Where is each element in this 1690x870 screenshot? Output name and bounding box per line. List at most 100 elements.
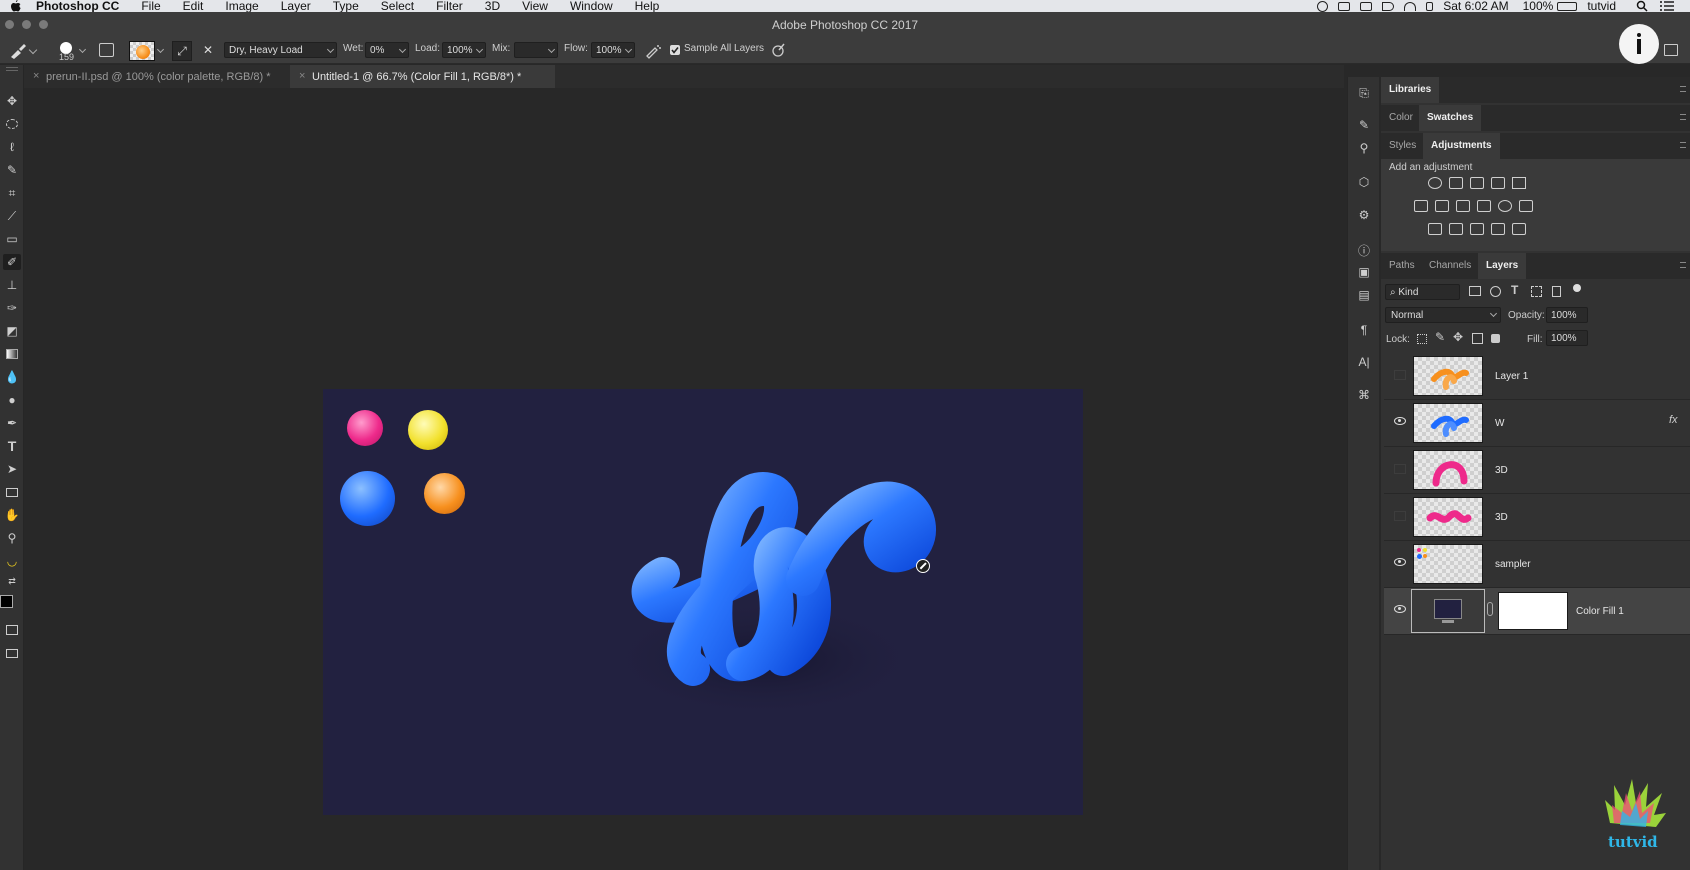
filter-pixel-layers-icon[interactable]	[1469, 286, 1481, 296]
hue-saturation-icon[interactable]	[1414, 200, 1428, 212]
brush-picker-dropdown-icon[interactable]	[78, 45, 87, 54]
vibrance-icon[interactable]	[1512, 177, 1526, 189]
opacity-input[interactable]: 100%	[1546, 307, 1588, 323]
notes-icon[interactable]: ▤	[1355, 287, 1373, 303]
pressure-for-size-icon[interactable]	[770, 42, 786, 58]
clone-source-icon[interactable]: ⚲	[1355, 140, 1373, 156]
marquee-tool-icon[interactable]	[3, 116, 21, 132]
rectangle-tool-icon[interactable]	[3, 484, 21, 500]
time-machine-icon[interactable]	[1317, 0, 1329, 12]
eye-icon[interactable]	[1394, 605, 1406, 613]
panel-menu-icon[interactable]	[1680, 114, 1686, 120]
lock-position-icon[interactable]: ✥	[1453, 330, 1463, 344]
gradient-tool-icon[interactable]	[3, 346, 21, 362]
tab-layers[interactable]: Layers	[1478, 253, 1527, 279]
eye-icon[interactable]	[1394, 558, 1406, 566]
filter-type-layers-icon[interactable]: T	[1511, 283, 1518, 297]
menu-edit[interactable]: Edit	[183, 0, 204, 12]
tab-untitled-1[interactable]: × Untitled-1 @ 66.7% (Color Fill 1, RGB/…	[290, 65, 555, 88]
threshold-icon[interactable]	[1470, 223, 1484, 235]
menu-file[interactable]: File	[141, 0, 160, 12]
navigator-icon[interactable]: ▣	[1355, 264, 1373, 280]
eye-icon[interactable]	[1394, 417, 1406, 425]
layer-row[interactable]: 3D	[1384, 494, 1690, 541]
crop-tool-icon[interactable]: ⌗	[3, 185, 21, 201]
filter-toggle-icon[interactable]	[1573, 284, 1581, 292]
layer-filter-dropdown[interactable]: ⌕ Kind	[1385, 284, 1460, 300]
color-balance-icon[interactable]	[1435, 200, 1449, 212]
properties-icon[interactable]: ⚙	[1355, 207, 1373, 223]
menu-3d[interactable]: 3D	[485, 0, 500, 12]
pen-tool-icon[interactable]: ✒	[3, 415, 21, 431]
menu-app-name[interactable]: Photoshop CC	[36, 0, 119, 12]
tool-preset-dropdown-icon[interactable]	[28, 45, 38, 55]
zoom-tool-icon[interactable]: ⚲	[3, 530, 21, 546]
curves-icon[interactable]	[1470, 177, 1484, 189]
menu-type[interactable]: Type	[333, 0, 359, 12]
toolbar-grip[interactable]	[6, 67, 18, 71]
layer-row[interactable]: W fx	[1384, 400, 1690, 447]
path-selection-tool-icon[interactable]: ➤	[3, 461, 21, 477]
brush-settings-icon[interactable]: ✎	[1355, 117, 1373, 133]
panel-menu-icon[interactable]	[1680, 86, 1686, 92]
history-panel-icon[interactable]: ⎘	[1355, 85, 1373, 101]
spotlight-search-icon[interactable]	[1636, 0, 1648, 12]
user-name[interactable]: tutvid	[1587, 0, 1616, 12]
tab-swatches[interactable]: Swatches	[1419, 105, 1482, 131]
visibility-toggle[interactable]	[1394, 511, 1406, 521]
mixer-brush-tool-icon[interactable]	[8, 42, 28, 60]
load-brush-after-stroke-icon[interactable]: ⤢	[172, 41, 192, 61]
lock-all-icon[interactable]	[1491, 334, 1500, 343]
photo-filter-icon[interactable]	[1477, 200, 1491, 212]
fill-input[interactable]: 100%	[1546, 330, 1588, 346]
quick-selection-tool-icon[interactable]: ✎	[3, 162, 21, 178]
banana-icon[interactable]: ◡	[3, 553, 21, 569]
3d-panel-icon[interactable]: ⬡	[1355, 174, 1373, 190]
panel-menu-icon[interactable]	[1680, 262, 1686, 268]
panel-menu-icon[interactable]	[1680, 142, 1686, 148]
info-panel-icon[interactable]: ⓘ	[1355, 242, 1373, 258]
airbrush-icon[interactable]	[645, 43, 661, 59]
screen-mode-icon[interactable]	[3, 645, 21, 661]
menu-help[interactable]: Help	[635, 0, 660, 12]
visibility-toggle[interactable]	[1394, 370, 1406, 380]
layer-row[interactable]: sampler	[1384, 541, 1690, 588]
display-icon[interactable]	[1360, 1, 1373, 11]
layer-name[interactable]: 3D	[1495, 465, 1508, 476]
tab-libraries[interactable]: Libraries	[1381, 77, 1440, 103]
blend-mode-dropdown[interactable]: Normal	[1385, 307, 1501, 323]
foreground-color-swatch[interactable]	[0, 595, 13, 608]
layer-row-selected[interactable]: Color Fill 1	[1384, 588, 1690, 635]
wifi-icon[interactable]	[1404, 1, 1417, 11]
character-icon[interactable]: A|	[1355, 354, 1373, 370]
load-swatch-dropdown-icon[interactable]	[156, 45, 165, 54]
apple-icon[interactable]	[10, 0, 24, 12]
black-white-icon[interactable]	[1456, 200, 1470, 212]
default-colors-icon[interactable]: ⇄	[3, 573, 21, 589]
layer-mask-thumbnail[interactable]	[1498, 592, 1568, 630]
channel-mixer-icon[interactable]	[1498, 200, 1512, 212]
menu-select[interactable]: Select	[381, 0, 414, 12]
blur-tool-icon[interactable]: 💧	[3, 369, 21, 385]
fill-layer-thumbnail[interactable]	[1411, 589, 1485, 633]
screen-icon[interactable]	[1338, 1, 1351, 11]
lock-image-icon[interactable]: ✎	[1435, 330, 1445, 344]
lock-transparent-icon[interactable]	[1417, 334, 1427, 344]
mixer-brush-tool-icon[interactable]: ✐	[3, 254, 21, 270]
paragraph-icon[interactable]: ¶	[1355, 322, 1373, 338]
sample-all-layers-checkbox[interactable]	[670, 45, 680, 55]
document-canvas[interactable]	[323, 389, 1083, 815]
visibility-toggle[interactable]	[1394, 464, 1406, 474]
menu-layer[interactable]: Layer	[281, 0, 311, 12]
layer-name[interactable]: Color Fill 1	[1576, 606, 1624, 617]
history-brush-tool-icon[interactable]: ✑	[3, 300, 21, 316]
menu-view[interactable]: View	[522, 0, 548, 12]
move-tool-icon[interactable]: ✥	[3, 93, 21, 109]
close-tab-icon[interactable]: ×	[299, 70, 305, 82]
layer-name[interactable]: W	[1495, 418, 1504, 429]
layer-name[interactable]: sampler	[1495, 559, 1531, 570]
menu-filter[interactable]: Filter	[436, 0, 463, 12]
canvas-area[interactable]	[24, 88, 1344, 870]
filter-shape-layers-icon[interactable]	[1531, 286, 1542, 297]
blend-combination-dropdown[interactable]: Dry, Heavy Load	[224, 42, 337, 58]
